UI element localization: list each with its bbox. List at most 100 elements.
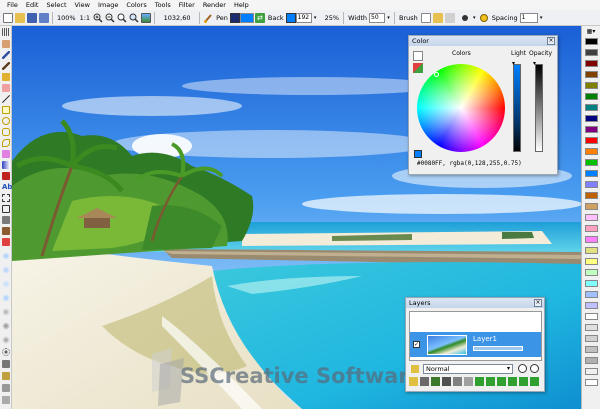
layer-up-icon[interactable] [486,377,495,386]
zoom-fit-icon[interactable] [117,13,127,23]
alpha-spinner-icon[interactable]: ▾ [313,13,318,23]
width-spinner-icon[interactable]: ▾ [386,13,391,23]
zoom-level[interactable]: 100% [57,14,76,22]
rectangle-tool-icon[interactable] [2,106,10,114]
layer-image-icon[interactable] [431,377,440,386]
lighten-tool-icon[interactable] [2,308,10,316]
menu-select[interactable]: Select [42,0,70,10]
palette-swatch[interactable] [585,214,598,221]
eraser-tool-icon[interactable] [2,84,10,92]
zoom-out-icon[interactable] [105,13,115,23]
menu-image[interactable]: Image [94,0,122,10]
palette-menu-icon[interactable]: ▦▾ [586,28,596,36]
magic-wand-icon[interactable] [2,372,10,380]
menu-view[interactable]: View [71,0,94,10]
menu-help[interactable]: Help [230,0,253,10]
layer-visibility-checkbox[interactable]: ✓ [413,341,420,348]
palette-swatch[interactable] [585,192,598,199]
palette-swatch[interactable] [585,181,598,188]
brush-tool-icon[interactable] [203,13,213,23]
color-wheel[interactable] [417,64,505,152]
palette-swatch[interactable] [585,258,598,265]
palette-swatch[interactable] [585,357,598,364]
layer-opacity-bar[interactable] [473,346,523,351]
palette-swatch[interactable] [585,346,598,353]
misc-tool-icon[interactable] [2,384,10,392]
pencil-tool-icon[interactable] [2,51,10,59]
light-slider-marker-icon[interactable]: ▾ [512,60,515,67]
color-picker-mode-icon[interactable] [413,51,423,61]
menu-filter[interactable]: Filter [175,0,199,10]
layer-fit-icon[interactable] [530,377,539,386]
menu-file[interactable]: File [3,0,22,10]
menu-tools[interactable]: Tools [151,0,175,10]
text-tool-icon[interactable]: Ab [2,183,12,191]
palette-swatch[interactable] [585,71,598,78]
palette-swatch[interactable] [585,126,598,133]
spacing-field[interactable]: 1 [519,12,538,23]
palette-swatch[interactable] [585,115,598,122]
zoom-in-icon[interactable] [530,364,539,373]
palette-swatch[interactable] [585,368,598,375]
crop-tool-icon[interactable] [2,205,10,213]
menu-render[interactable]: Render [199,0,230,10]
color-panel-titlebar[interactable]: Color × [409,36,557,46]
gear-icon[interactable] [2,348,10,356]
zoom-out-icon[interactable] [518,364,527,373]
duplicate-layer-icon[interactable] [420,377,429,386]
layers-panel-titlebar[interactable]: Layers × [406,298,544,308]
light-slider[interactable] [513,64,521,152]
sparkle-tool-icon[interactable] [2,252,10,260]
width-field[interactable]: 50 [369,12,385,23]
airbrush-tool-icon[interactable] [2,73,10,81]
palette-swatch[interactable] [585,379,598,386]
stamp-tool-icon[interactable] [2,227,10,235]
brush-settings-icon[interactable] [479,13,489,23]
clone-tool-icon[interactable] [2,216,10,224]
fill-tool-icon[interactable] [2,150,10,158]
pen-color-field[interactable] [239,12,254,23]
recolor-tool-icon[interactable] [2,172,10,180]
palette-swatch[interactable] [585,137,598,144]
brush-shape-icon[interactable] [460,13,470,23]
ellipse-tool-icon[interactable] [2,117,10,125]
palette-swatch[interactable] [585,49,598,56]
zoom-in-icon[interactable] [93,13,103,23]
palette-swatch[interactable] [585,302,598,309]
palette-swatch[interactable] [585,148,598,155]
menu-colors[interactable]: Colors [122,0,150,10]
palette-swatch[interactable] [585,247,598,254]
gradient-tool-icon[interactable] [2,161,10,169]
layer-mask-icon[interactable] [497,377,506,386]
close-icon[interactable]: × [547,37,555,45]
color-wheel-marker[interactable] [434,72,439,77]
color-picker-icon[interactable] [2,238,10,246]
color-swap-icon[interactable] [413,63,423,73]
open-folder-icon[interactable] [15,12,25,23]
misc-tool-2-icon[interactable] [2,396,10,404]
delete-layer-icon[interactable] [464,377,473,386]
polygon-tool-icon[interactable] [2,128,10,136]
merge-layer-icon[interactable] [442,377,451,386]
palette-swatch[interactable] [585,170,598,177]
blend-mode-select[interactable]: Normal ▾ [423,364,513,374]
spacing-spinner-icon[interactable]: ▾ [539,13,544,23]
save-icon[interactable] [27,12,37,23]
stamp-icon[interactable] [2,360,10,368]
new-file-icon[interactable] [3,12,13,23]
layer-flip-icon[interactable] [508,377,517,386]
brush-delete-icon[interactable] [444,12,455,23]
sharpen-tool-icon[interactable] [2,266,10,274]
palette-swatch[interactable] [585,82,598,89]
layer-row[interactable]: ✓ Layer1 [410,332,541,357]
close-icon[interactable]: × [534,299,542,307]
opacity-slider-marker-icon[interactable]: ▾ [533,60,536,67]
layer-mirror-icon[interactable] [519,377,528,386]
darken-tool-icon[interactable] [2,322,10,330]
palette-swatch[interactable] [585,313,598,320]
palette-swatch[interactable] [585,159,598,166]
layer-settings-icon[interactable] [453,377,462,386]
alpha-field[interactable]: 192 [295,12,312,23]
menu-edit[interactable]: Edit [22,0,43,10]
zoom-window-icon[interactable] [129,13,139,23]
